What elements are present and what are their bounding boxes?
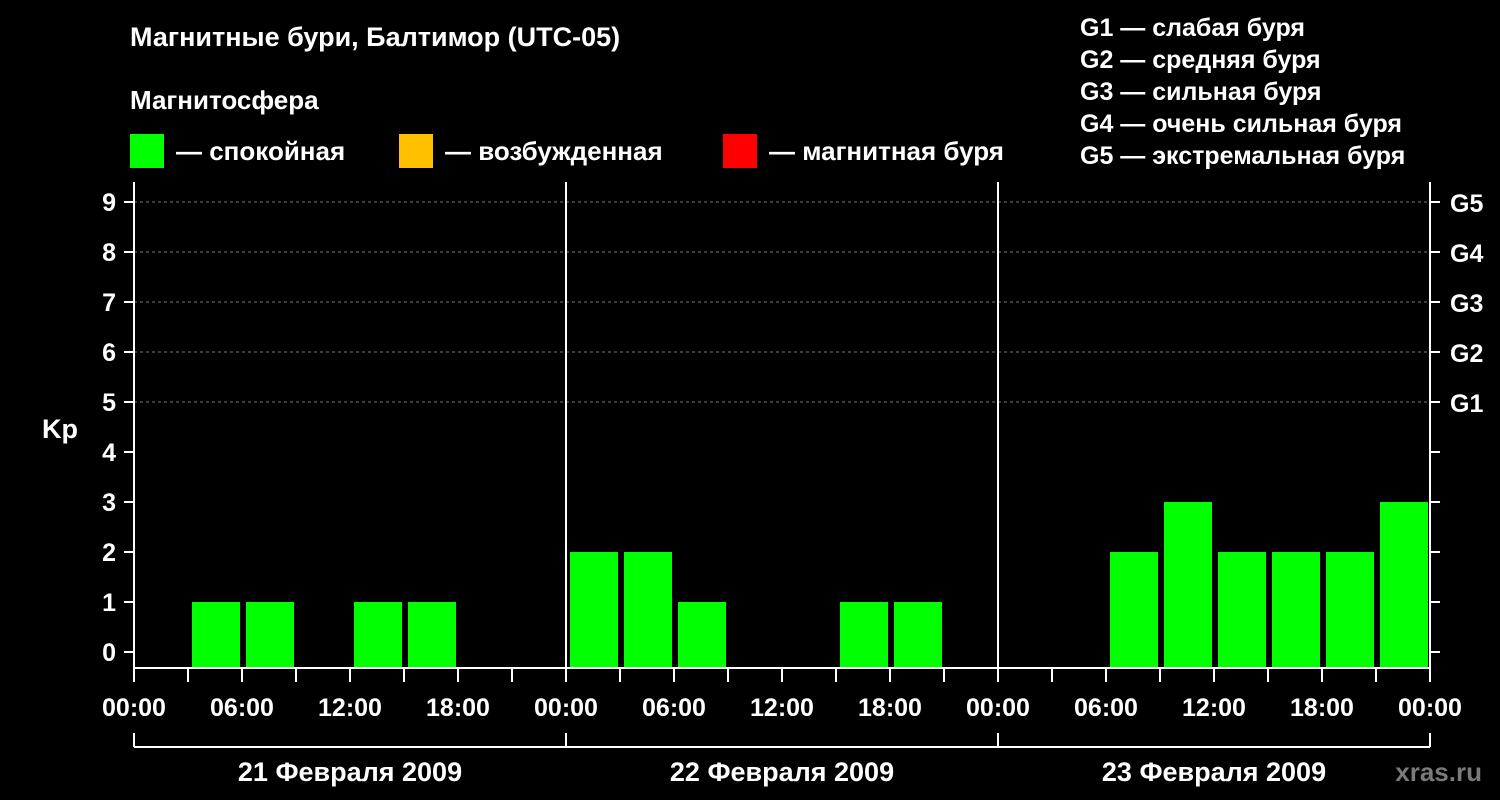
g-scale-label: G2 (1450, 340, 1483, 368)
kp-bar (246, 602, 294, 668)
y-tick-label: 0 (102, 639, 116, 667)
y-tick-label: 1 (102, 589, 116, 617)
kp-bar (1110, 552, 1158, 668)
y-axis-label: Kp (42, 414, 78, 444)
x-tick-label: 18:00 (858, 694, 922, 722)
x-tick-label: 00:00 (1398, 694, 1462, 722)
watermark: xras.ru (1395, 757, 1482, 787)
x-tick-label: 18:00 (1290, 694, 1354, 722)
x-tick-label: 00:00 (534, 694, 598, 722)
kp-bar (1326, 552, 1374, 668)
g-scale-label: G1 (1450, 390, 1483, 418)
kp-bar (1218, 552, 1266, 668)
x-tick-label: 12:00 (750, 694, 814, 722)
kp-bar-chart: 0 1 2 3 4 5 6 7 8 9 G1 G2 G3 G4 G5 Kp 00:00 06:00 12:00 18:… (42, 182, 1483, 787)
y-tick-label: 7 (102, 289, 116, 317)
y-tick-label: 8 (102, 239, 116, 267)
kp-bar (840, 602, 888, 668)
y-tick-label: 9 (102, 189, 116, 217)
kp-bar (1380, 502, 1428, 668)
kp-bar (570, 552, 618, 668)
day-label: 22 Февраля 2009 (670, 757, 894, 787)
kp-bar (192, 602, 240, 668)
x-tick-label: 00:00 (966, 694, 1030, 722)
day-label: 23 Февраля 2009 (1102, 757, 1326, 787)
day-label: 21 Февраля 2009 (238, 757, 462, 787)
y-tick-label: 6 (102, 339, 116, 367)
kp-bar (354, 602, 402, 668)
x-tick-label: 06:00 (210, 694, 274, 722)
y-tick-label: 4 (102, 439, 116, 467)
g-scale-label: G5 (1450, 190, 1483, 218)
x-tick-label: 00:00 (102, 694, 166, 722)
y-tick-label: 3 (102, 489, 116, 517)
y-tick-label: 5 (102, 389, 116, 417)
x-tick-label: 06:00 (1074, 694, 1138, 722)
kp-bar (624, 552, 672, 668)
kp-bar (408, 602, 456, 668)
y-tick-label: 2 (102, 539, 116, 567)
x-tick-label: 12:00 (318, 694, 382, 722)
g-scale-label: G3 (1450, 290, 1483, 318)
g-scale-label: G4 (1450, 240, 1483, 268)
x-tick-label: 06:00 (642, 694, 706, 722)
kp-bar (678, 602, 726, 668)
x-tick-label: 18:00 (426, 694, 490, 722)
kp-bar (1164, 502, 1212, 668)
kp-bar (1272, 552, 1320, 668)
x-tick-label: 12:00 (1182, 694, 1246, 722)
kp-bar (894, 602, 942, 668)
